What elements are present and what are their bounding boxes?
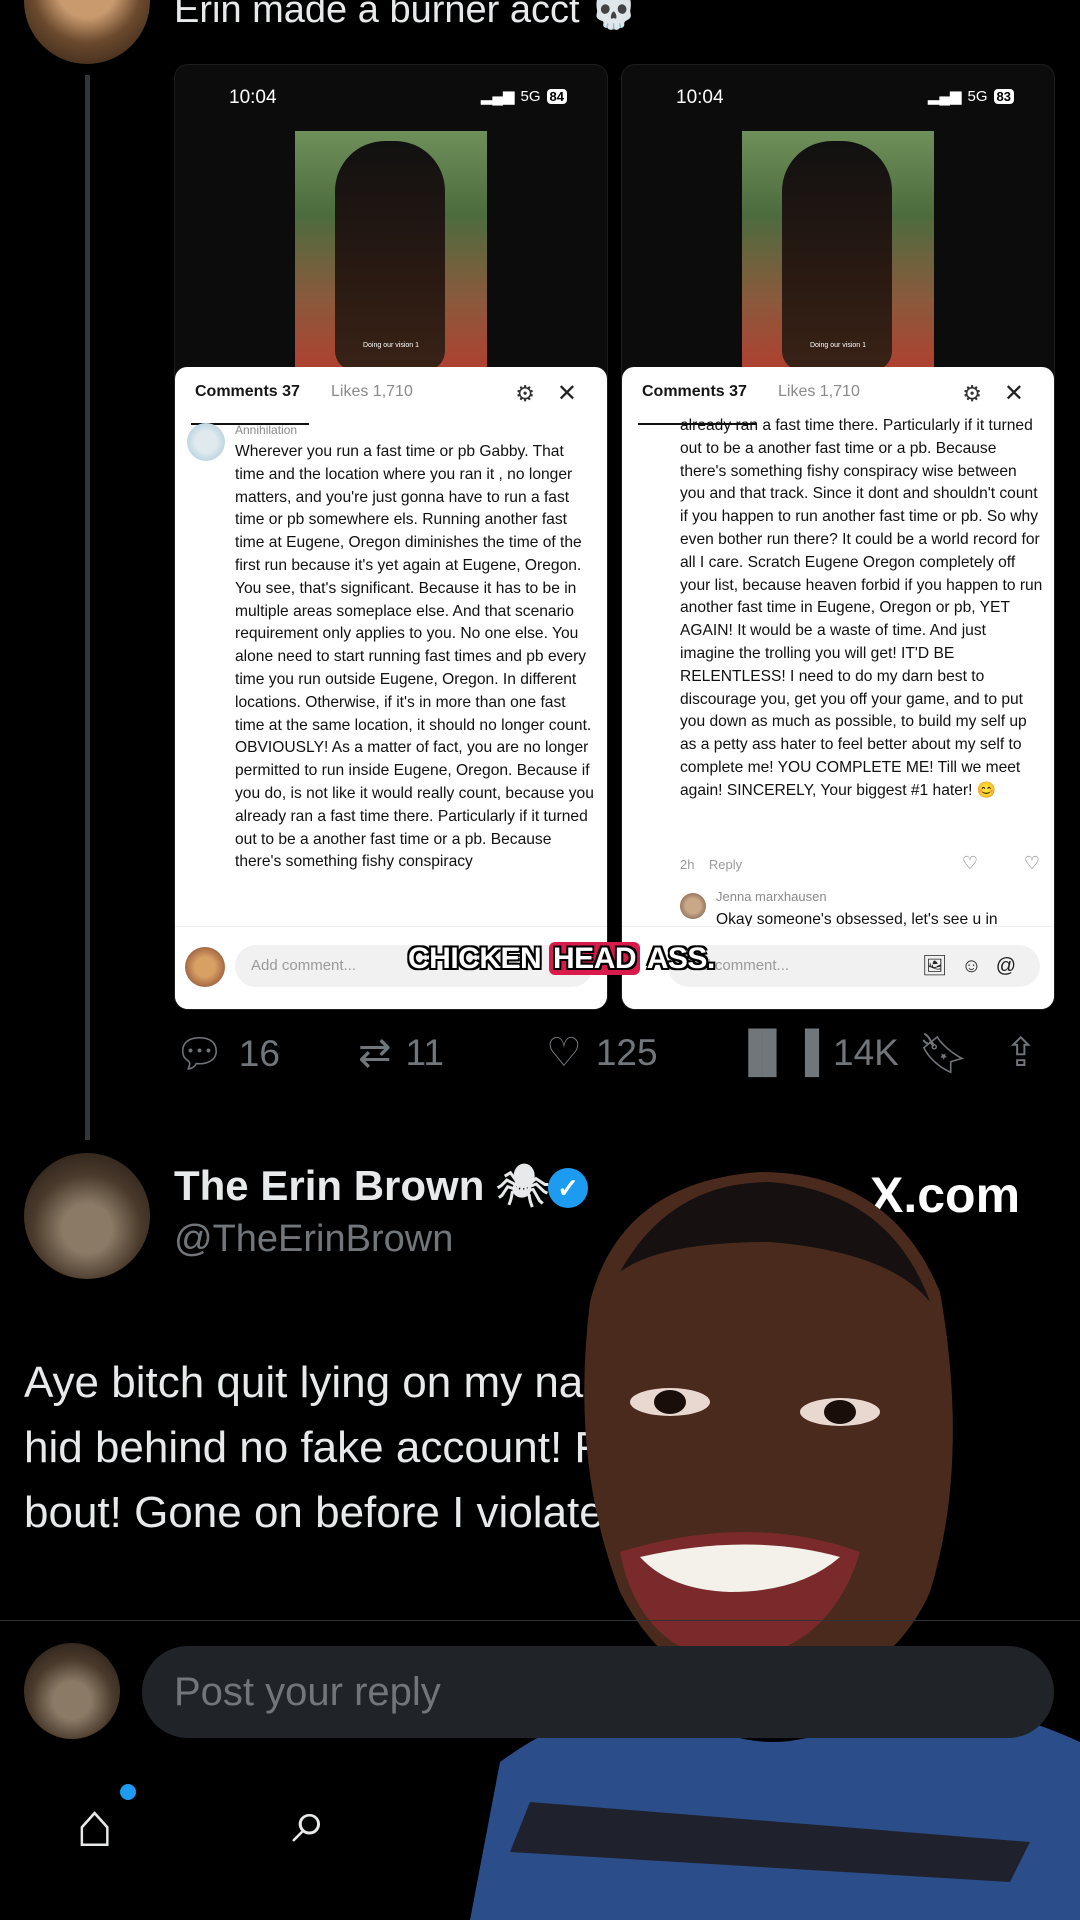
- share-icon: ⇪: [1004, 1031, 1038, 1075]
- commenter-name[interactable]: Annihilation: [235, 423, 297, 437]
- network-label: 5G: [520, 87, 541, 105]
- status-bar: 10:04 ▂▄▆ 5G 84: [175, 87, 607, 111]
- reply-username[interactable]: Jenna marxhausen: [716, 889, 827, 904]
- caption-pre: CHICKEN: [408, 942, 550, 975]
- tab-comments[interactable]: Comments 37: [642, 383, 747, 401]
- bookmark-button[interactable]: 🔖︎: [918, 1030, 969, 1077]
- my-avatar[interactable]: [24, 1643, 120, 1739]
- attached-image-left[interactable]: 10:04 ▂▄▆ 5G 84 Doing our vision 1 Comme…: [174, 64, 608, 1010]
- tab-likes[interactable]: Likes 1,710: [331, 383, 413, 401]
- tweet-text: Erin made a burner acct 💀: [174, 0, 638, 31]
- author-avatar[interactable]: [24, 0, 150, 64]
- bookmark-icon: 🔖︎: [918, 1032, 969, 1076]
- emoji-icon[interactable]: ☺: [961, 955, 995, 977]
- repost-count: 11: [405, 1032, 444, 1073]
- dislike-icon[interactable]: ♡: [1024, 853, 1040, 874]
- home-icon[interactable]: ⌂: [76, 1790, 113, 1861]
- creator-video-overlay: [470, 1162, 1080, 1920]
- heart-icon: ♡: [546, 1031, 582, 1075]
- reply-link[interactable]: Reply: [709, 857, 742, 872]
- creator-figure: [470, 1172, 1080, 1920]
- caption-highlight: HEAD: [549, 942, 641, 975]
- video-caption: Doing our vision 1: [809, 342, 867, 349]
- divider: [0, 1620, 1080, 1621]
- like-count: 125: [595, 1032, 658, 1073]
- comment-time: 2h: [680, 857, 695, 872]
- status-time: 10:04: [229, 87, 277, 108]
- close-icon[interactable]: ✕: [557, 379, 577, 408]
- display-name-text: The Erin Brown: [174, 1162, 485, 1209]
- thread-line: [85, 75, 90, 1140]
- add-comment-input[interactable]: Add comment... 🖼☺@: [668, 945, 1040, 987]
- user-handle[interactable]: @TheErinBrown: [174, 1218, 453, 1261]
- repost-button[interactable]: ⇄ 11: [358, 1030, 444, 1076]
- analytics-icon: ▐▌▐: [734, 1030, 820, 1074]
- view-count: 14K: [833, 1031, 899, 1073]
- commenter-avatar[interactable]: [187, 423, 225, 461]
- tab-comments[interactable]: Comments 37: [195, 383, 300, 401]
- notification-dot: [120, 1784, 136, 1800]
- caption-post: ASS.: [640, 942, 716, 975]
- mention-icon[interactable]: @: [996, 955, 1030, 977]
- signal-icon: ▂▄▆: [927, 88, 962, 105]
- user-avatar: [185, 947, 225, 987]
- comment-meta: 2h Reply: [680, 857, 742, 872]
- reply-input[interactable]: Post your reply: [142, 1646, 1054, 1738]
- filter-icon[interactable]: ⚙: [962, 381, 982, 407]
- comment-text: already ran a fast time there. Particula…: [680, 417, 1043, 799]
- comment-text: Wherever you run a fast time or pb Gabby…: [235, 443, 594, 871]
- close-icon[interactable]: ✕: [1004, 379, 1024, 408]
- image-icon[interactable]: 🖼: [922, 955, 961, 977]
- share-button[interactable]: ⇪: [1004, 1030, 1038, 1076]
- reply-button[interactable]: 💬︎ 16: [174, 1030, 280, 1077]
- author-avatar[interactable]: [24, 1153, 150, 1279]
- search-icon[interactable]: ⌕: [292, 1786, 327, 1858]
- comments-panel: Comments 37 Likes 1,710 ⚙ ✕ Annihilation…: [175, 367, 607, 1009]
- repost-icon: ⇄: [358, 1031, 392, 1075]
- signal-icon: ▂▄▆: [480, 88, 515, 105]
- network-label: 5G: [967, 87, 988, 105]
- reply-avatar[interactable]: [680, 893, 706, 919]
- heart-icon[interactable]: ♡: [962, 853, 978, 874]
- video-thumbnail: Doing our vision 1: [742, 131, 934, 371]
- tweet-actions: 💬︎ 16 ⇄ 11 ♡ 125 ▐▌▐ 14K 🔖︎ ⇪: [174, 1030, 1054, 1086]
- reply-count: 16: [238, 1032, 280, 1074]
- status-time: 10:04: [676, 87, 724, 108]
- comments-panel: Comments 37 Likes 1,710 ⚙ ✕ already ran …: [622, 367, 1054, 1009]
- status-bar: 10:04 ▂▄▆ 5G 83: [622, 87, 1054, 111]
- comment-tools: 🖼☺@: [922, 945, 1030, 987]
- views-button[interactable]: ▐▌▐ 14K: [734, 1030, 899, 1075]
- battery-icon: 83: [993, 88, 1014, 104]
- video-caption-overlay: CHICKEN HEAD ASS.: [408, 942, 715, 976]
- like-button[interactable]: ♡ 125: [546, 1030, 658, 1076]
- filter-icon[interactable]: ⚙: [515, 381, 535, 407]
- video-thumbnail: Doing our vision 1: [295, 131, 487, 371]
- tab-likes[interactable]: Likes 1,710: [778, 383, 860, 401]
- video-caption: Doing our vision 1: [362, 342, 420, 349]
- attached-image-right[interactable]: 10:04 ▂▄▆ 5G 83 Doing our vision 1 Comme…: [621, 64, 1055, 1010]
- battery-icon: 84: [546, 88, 567, 104]
- reply-icon: 💬︎: [174, 1032, 225, 1076]
